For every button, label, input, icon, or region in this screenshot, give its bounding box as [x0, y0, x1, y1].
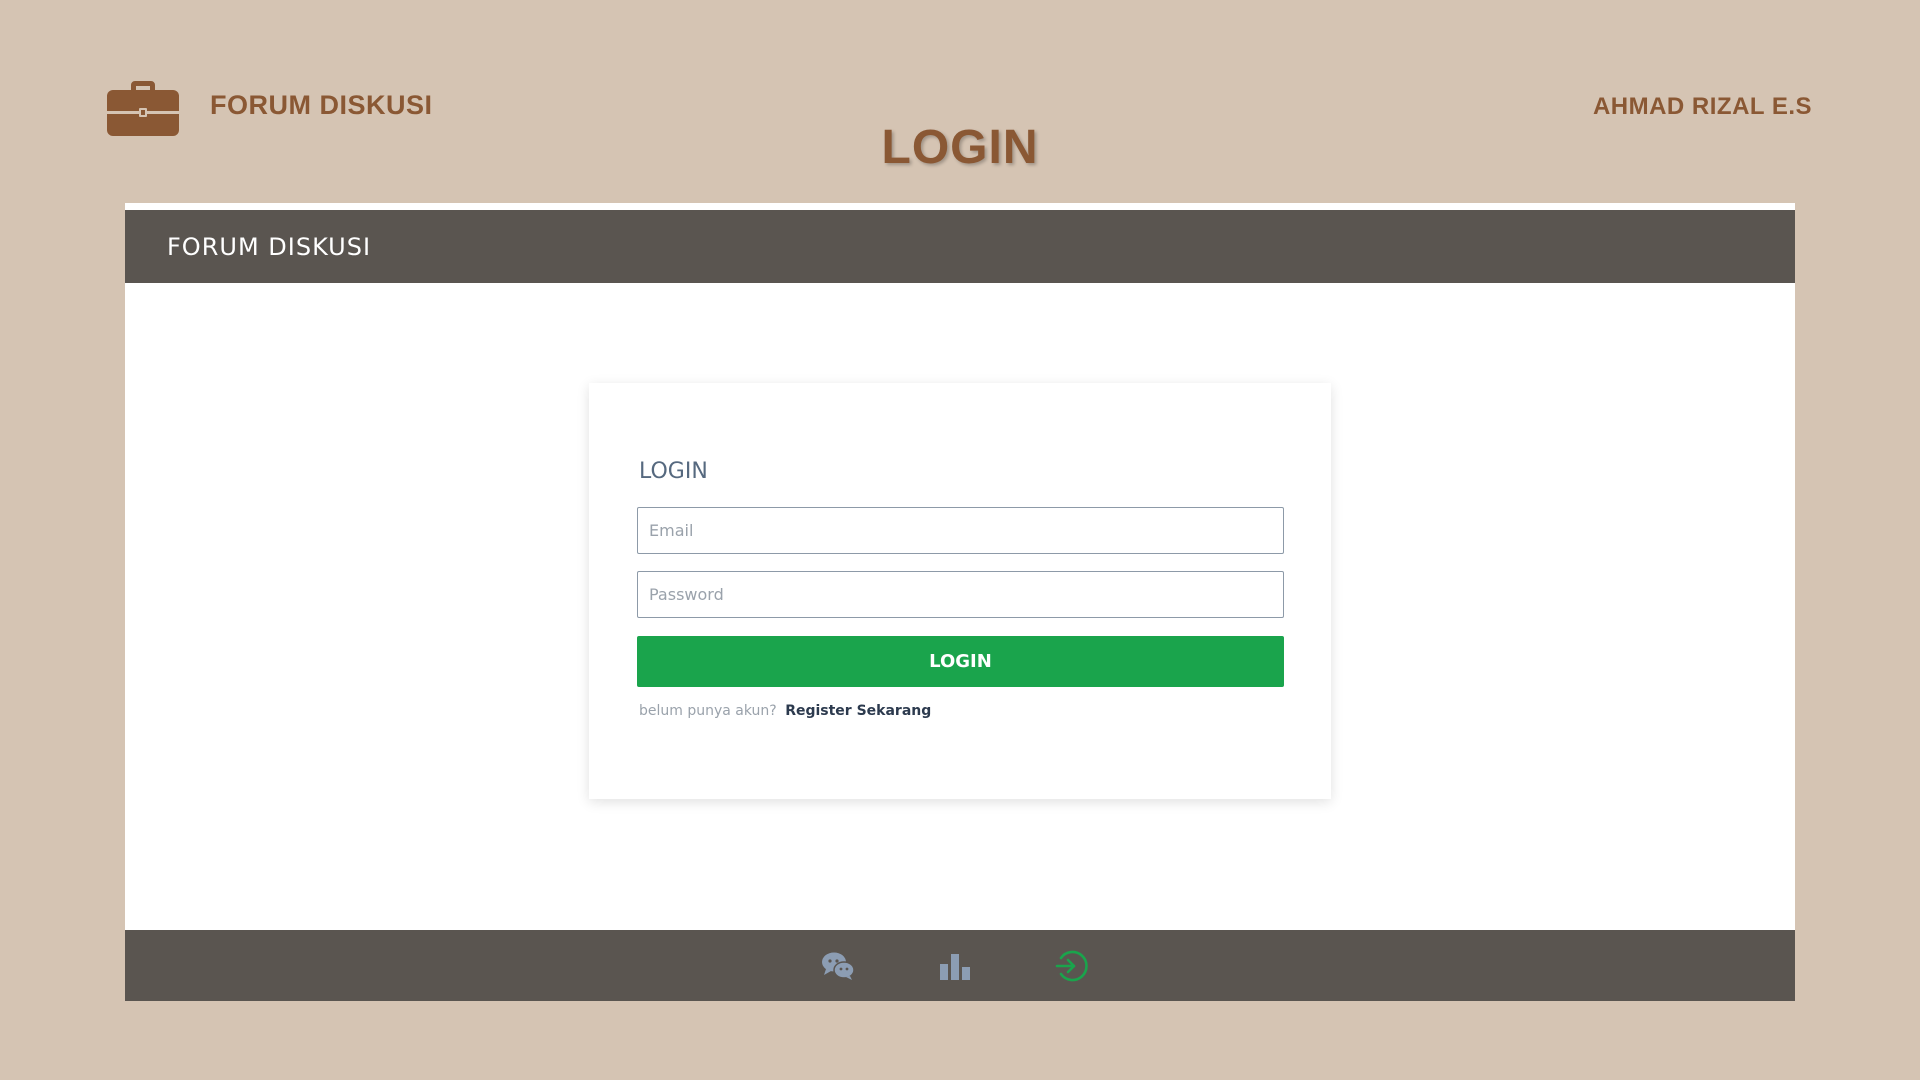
register-link[interactable]: Register Sekarang: [785, 703, 931, 719]
footer-nav: [125, 930, 1795, 1001]
login-icon[interactable]: [1054, 948, 1090, 984]
slide-title: LOGIN: [881, 121, 1039, 174]
app-window: FORUM DISKUSI LOGIN LOGIN belum punya ak…: [125, 203, 1795, 1001]
navbar: FORUM DISKUSI: [125, 210, 1795, 283]
register-line: belum punya akun? Register Sekarang: [639, 703, 931, 719]
password-field[interactable]: [637, 571, 1284, 618]
login-button[interactable]: LOGIN: [637, 636, 1284, 687]
navbar-brand[interactable]: FORUM DISKUSI: [167, 233, 371, 261]
login-card: LOGIN LOGIN belum punya akun? Register S…: [589, 383, 1331, 799]
register-prompt: belum punya akun?: [639, 703, 777, 719]
bar-chart-icon[interactable]: [937, 948, 973, 984]
email-field[interactable]: [637, 507, 1284, 554]
slide-brand: FORUM DISKUSI: [210, 90, 433, 120]
login-heading: LOGIN: [639, 459, 708, 484]
slide-author: AHMAD RIZAL E.S: [1592, 93, 1812, 120]
chat-icon[interactable]: [820, 948, 856, 984]
